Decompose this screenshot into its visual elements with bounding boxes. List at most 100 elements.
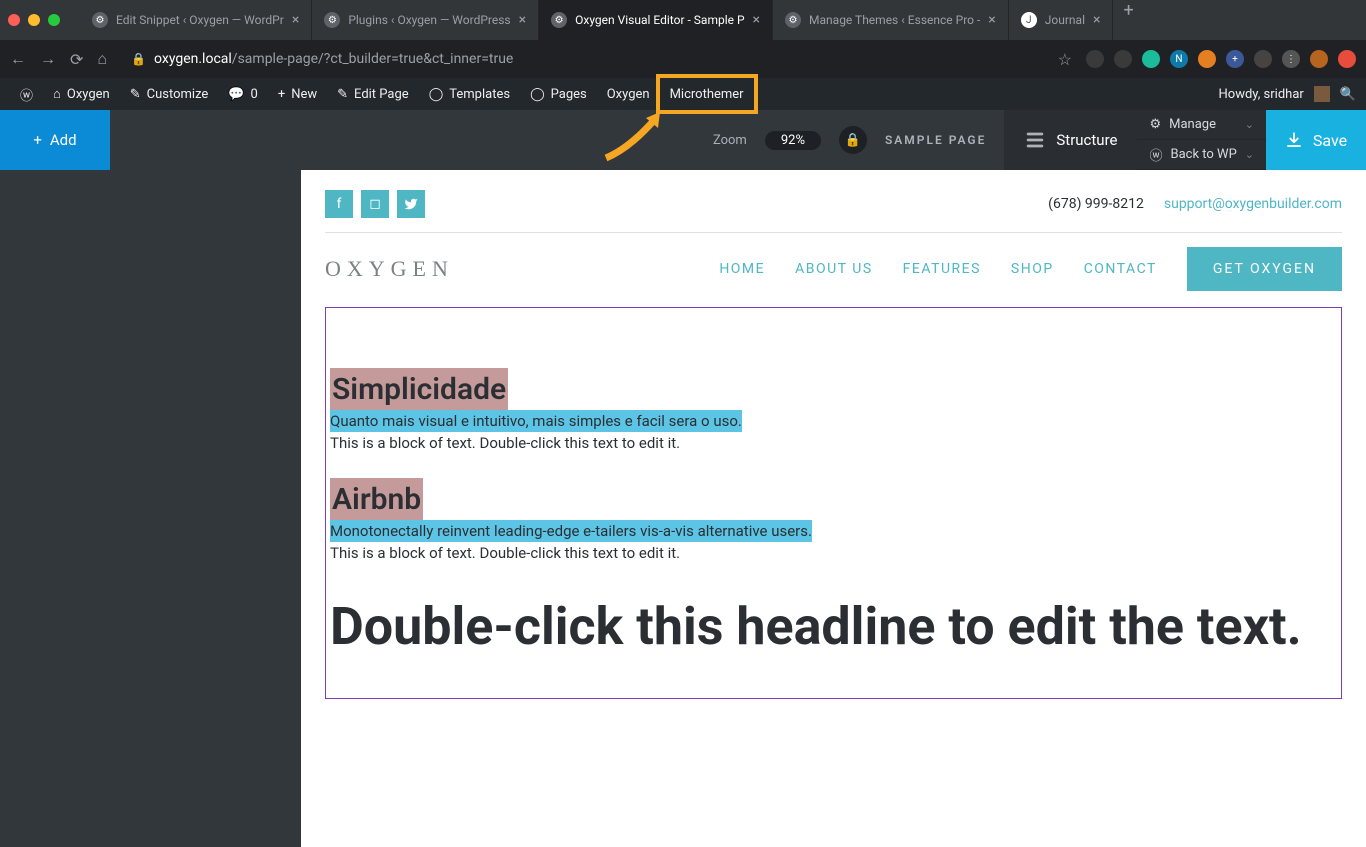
page-name: SAMPLE PAGE: [885, 133, 986, 147]
heading-1[interactable]: Simplicidade: [330, 368, 508, 411]
tab-title: Plugins ‹ Oxygen — WordPress: [348, 13, 510, 27]
paragraph-2[interactable]: This is a block of text. Double-click th…: [330, 540, 1337, 566]
canvas-content[interactable]: f ◻ (678) 999-8212 support@oxygenbuilder…: [301, 170, 1366, 847]
wp-logo[interactable]: ⓦ: [10, 78, 43, 110]
bookmark-icon[interactable]: ☆: [1058, 50, 1072, 69]
tab-2[interactable]: ⚙Plugins ‹ Oxygen — WordPress×: [312, 0, 539, 40]
ext-icon[interactable]: [1086, 50, 1104, 68]
lock-icon: 🔒: [131, 52, 146, 66]
window-controls: [8, 14, 60, 26]
tab-4[interactable]: ⚙Manage Themes ‹ Essence Pro -×: [773, 0, 1009, 40]
manage-dropdown[interactable]: ⚙ Manage ⌄: [1137, 110, 1266, 140]
oxygen-toolbar: +Add Zoom 92% 🔒 SAMPLE PAGE Structure ⚙ M…: [0, 110, 1366, 170]
facebook-icon[interactable]: f: [325, 190, 353, 218]
forward-icon[interactable]: →: [40, 49, 56, 69]
profile-avatar[interactable]: [1310, 50, 1328, 68]
management-panel: ⚙ Manage ⌄ ⓦBack to WP⌄: [1137, 110, 1266, 170]
tab-close-icon[interactable]: ×: [1093, 12, 1100, 28]
tab-5[interactable]: JJournal×: [1009, 0, 1114, 40]
tab-close-icon[interactable]: ×: [753, 12, 760, 28]
wp-comments[interactable]: 💬0: [218, 78, 268, 110]
site-logo[interactable]: OXYGEN: [325, 256, 454, 282]
wp-new[interactable]: +New: [268, 78, 327, 110]
ext-icon[interactable]: ⋮: [1282, 50, 1300, 68]
browser-tab-strip: ⚙Edit Snippet ‹ Oxygen — WordPr× ⚙Plugin…: [0, 0, 1366, 40]
wp-howdy[interactable]: Howdy, sridhar: [1219, 87, 1304, 102]
oxygen-icon: ◯: [530, 87, 545, 102]
ext-icon[interactable]: [1114, 50, 1132, 68]
search-icon[interactable]: 🔍: [1340, 87, 1356, 102]
ext-icon[interactable]: [1198, 50, 1216, 68]
editing-frame[interactable]: Simplicidade Quanto mais visual e intuit…: [325, 307, 1342, 699]
wp-microthemer[interactable]: Microthemer: [660, 78, 754, 110]
nav-contact[interactable]: CONTACT: [1084, 261, 1157, 277]
nav-features[interactable]: FEATURES: [903, 261, 981, 277]
site-topbar: f ◻ (678) 999-8212 support@oxygenbuilder…: [325, 190, 1342, 218]
home-icon[interactable]: ⌂: [97, 49, 107, 69]
ext-icon[interactable]: [1338, 50, 1356, 68]
subtext-2[interactable]: Monotonectally reinvent leading-edge e-t…: [330, 520, 812, 542]
oxygen-icon: ◯: [429, 87, 444, 102]
lock-button[interactable]: 🔒: [839, 126, 867, 154]
pencil-icon: ✎: [337, 87, 348, 102]
nav-shop[interactable]: SHOP: [1011, 261, 1054, 277]
wp-oxygen[interactable]: Oxygen: [597, 78, 660, 110]
wp-customize[interactable]: ✎Customize: [120, 78, 219, 110]
ext-icon[interactable]: [1254, 50, 1272, 68]
nav-about[interactable]: ABOUT US: [795, 261, 873, 277]
back-to-wp-dropdown[interactable]: ⓦBack to WP⌄: [1137, 140, 1266, 170]
twitter-icon[interactable]: [397, 190, 425, 218]
email-link[interactable]: support@oxygenbuilder.com: [1164, 196, 1342, 212]
url-bar[interactable]: 🔒 oxygen.local/sample-page/?ct_builder=t…: [121, 51, 1044, 67]
main-headline[interactable]: Double-click this headline to edit the t…: [326, 596, 1341, 658]
window-maximize[interactable]: [48, 14, 60, 26]
back-icon[interactable]: ←: [10, 49, 26, 69]
subtext-1[interactable]: Quanto mais visual e intuitivo, mais sim…: [330, 410, 742, 432]
paragraph-1[interactable]: This is a block of text. Double-click th…: [330, 430, 1337, 456]
tab-close-icon[interactable]: ×: [988, 12, 995, 28]
tab-close-icon[interactable]: ×: [292, 12, 299, 28]
site-header: OXYGEN HOME ABOUT US FEATURES SHOP CONTA…: [325, 247, 1342, 291]
tab-close-icon[interactable]: ×: [519, 12, 526, 28]
tab-3-active[interactable]: ⚙Oxygen Visual Editor - Sample P×: [539, 0, 773, 40]
save-button[interactable]: Save: [1266, 110, 1366, 170]
canvas-area: f ◻ (678) 999-8212 support@oxygenbuilder…: [0, 170, 1366, 847]
new-tab-button[interactable]: +: [1113, 0, 1143, 40]
phone-number: (678) 999-8212: [1048, 196, 1144, 212]
wordpress-icon: ⓦ: [20, 85, 33, 104]
wp-pages[interactable]: ◯Pages: [520, 78, 597, 110]
wordpress-icon: ⓦ: [1149, 145, 1162, 164]
ext-icon[interactable]: N: [1170, 50, 1188, 68]
tab-title: Oxygen Visual Editor - Sample P: [575, 13, 744, 27]
wp-site[interactable]: ⌂Oxygen: [43, 78, 120, 110]
wp-templates[interactable]: ◯ Templates: [419, 78, 520, 110]
ext-icon[interactable]: +: [1226, 50, 1244, 68]
tabs: ⚙Edit Snippet ‹ Oxygen — WordPr× ⚙Plugin…: [80, 0, 1358, 40]
ext-icon[interactable]: [1142, 50, 1160, 68]
avatar[interactable]: [1314, 86, 1330, 102]
window-close[interactable]: [8, 14, 20, 26]
cta-button[interactable]: GET OXYGEN: [1187, 247, 1342, 291]
zoom-label: Zoom: [713, 133, 747, 148]
wp-edit-page[interactable]: ✎Edit Page: [327, 78, 419, 110]
instagram-icon[interactable]: ◻: [361, 190, 389, 218]
nav-home[interactable]: HOME: [719, 261, 765, 277]
add-button[interactable]: +Add: [0, 110, 110, 170]
url-domain: oxygen.local: [154, 51, 232, 67]
gear-icon: ⚙: [1149, 117, 1161, 132]
tab-1[interactable]: ⚙Edit Snippet ‹ Oxygen — WordPr×: [80, 0, 312, 40]
chevron-down-icon: ⌄: [1245, 118, 1254, 131]
tab-title: Journal: [1045, 13, 1085, 27]
save-icon: [1285, 131, 1303, 149]
wp-templates-label: Templates: [449, 87, 510, 102]
url-path: /sample-page/?ct_builder=true&ct_inner=t…: [232, 51, 514, 67]
manage-label: Manage: [1169, 117, 1216, 132]
wp-customize-label: Customize: [147, 87, 209, 102]
zoom-value[interactable]: 92%: [765, 131, 821, 150]
reload-icon[interactable]: ⟳: [70, 50, 83, 69]
heading-2[interactable]: Airbnb: [330, 478, 423, 521]
window-minimize[interactable]: [28, 14, 40, 26]
lock-icon: 🔒: [845, 133, 861, 148]
wp-comments-count: 0: [251, 87, 258, 102]
structure-button[interactable]: Structure: [1004, 110, 1137, 170]
